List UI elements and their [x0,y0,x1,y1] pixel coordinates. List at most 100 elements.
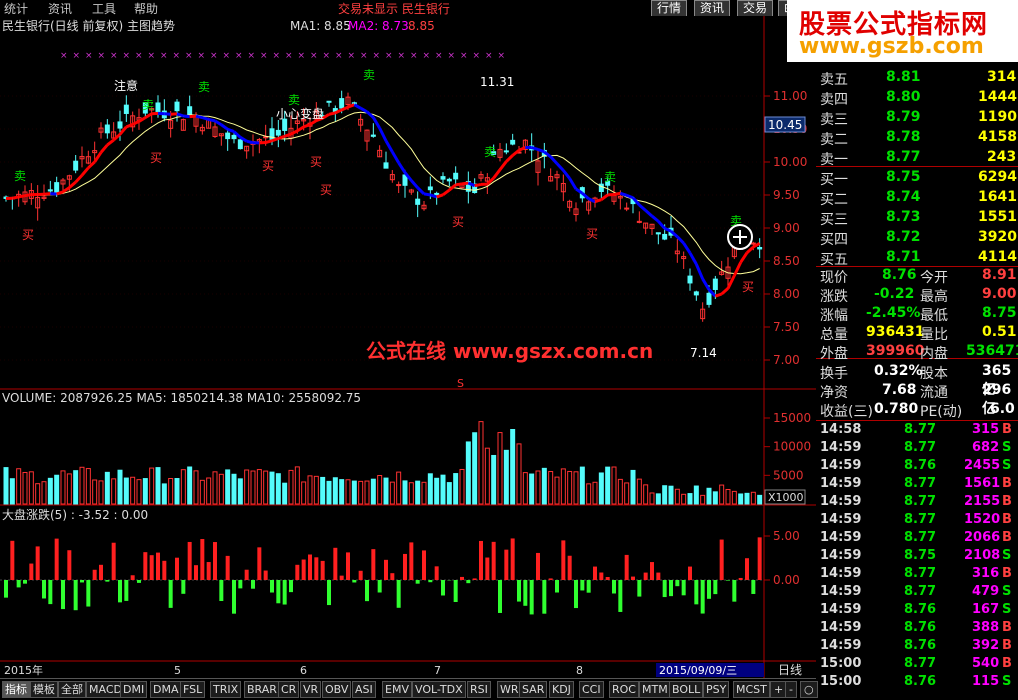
indicator-tab-dmi[interactable]: DMI [120,681,147,698]
tick-side: B [1002,494,1012,509]
price-axis-label: 10.00 [773,155,807,169]
bid-row: 买五8.714114 [816,248,1018,267]
candle-body [340,99,344,108]
volume-bar [270,472,274,504]
indicator-tab-cr[interactable]: CR [278,681,299,698]
osc-bar [416,580,420,584]
indicator-tab-vol-tdx[interactable]: VOL-TDX [412,681,466,698]
sell-signal-label: 卖 [198,80,210,94]
osc-bar [181,580,185,594]
stat-value: 6.0 [990,401,1015,417]
tick-time: 14:59 [820,440,861,455]
indicator-tab-sar[interactable]: SAR [519,681,547,698]
indicator-tab-trix[interactable]: TRIX [210,681,241,698]
candle-body [238,140,242,149]
tick-time: 14:59 [820,548,861,563]
indicator-tab-fsl[interactable]: FSL [180,681,205,698]
stat-value: 9.00 [982,286,1017,302]
indicator-tab-wr[interactable]: WR [497,681,522,698]
stat-label: 股本 [920,363,948,383]
stat-value: 0.32% [874,363,923,379]
volume-bar [669,486,673,504]
tick-volume: 2455 [964,458,1000,473]
tab-news[interactable]: 资讯 [694,0,730,17]
zoom-out-button[interactable]: - [785,681,797,698]
osc-bar [498,580,502,613]
tab-trade[interactable]: 交易 [737,0,773,17]
indicator-tab-全部[interactable]: 全部 [58,681,86,698]
osc-bar [67,550,71,580]
osc-bar [580,580,584,590]
indicator-tab-brar[interactable]: BRAR [244,681,280,698]
top-marker: × [423,51,431,61]
indicator-tab-psy[interactable]: PSY [703,681,729,698]
trend-segment [183,116,189,117]
stat-label: 外盘 [820,343,848,363]
top-marker: × [360,51,368,61]
volume-bar [327,481,331,504]
stat-value: -0.22 [874,286,914,302]
chart-area[interactable]: 民生银行(日线 前复权) 主图趋势 MA1: 8.85 MA2: 8.73 8.… [0,16,816,678]
volume-bar [226,470,230,504]
osc-bar [542,580,546,614]
tick-time: 14:59 [820,566,861,581]
buy-signal-label: 买 [742,280,754,294]
trend-segment [437,195,443,197]
top-marker: × [73,51,81,61]
top-marker: × [273,51,281,61]
tick-volume: 167 [972,602,999,617]
tab-quotes[interactable]: 行情 [651,0,687,17]
menu-item-help[interactable]: 帮助 [134,0,158,17]
tick-price: 8.77 [904,584,936,599]
osc-bar [188,542,192,580]
osc-bar [143,552,147,580]
indicator-tab-kdj[interactable]: KDJ [549,681,574,698]
top-marker: × [398,51,406,61]
osc-bar [124,580,128,601]
tick-volume: 392 [972,638,999,653]
osc-bar [219,580,223,601]
sell-signal-label: 卖 [363,68,375,82]
osc-bar [460,577,464,580]
menu-item-info[interactable]: 资讯 [48,0,72,17]
volume-bar [688,494,692,504]
osc-bar [403,554,407,580]
osc-bar [606,577,610,580]
indicator-tab-rsi[interactable]: RSI [467,681,491,698]
reset-button[interactable]: ○ [800,681,818,698]
indicator-tab-模板[interactable]: 模板 [30,681,58,698]
indicator-tab-cci[interactable]: CCI [579,681,604,698]
indicator-tab-mtm[interactable]: MTM [639,681,671,698]
indicator-tab-boll[interactable]: BOLL [669,681,703,698]
top-marker: × [435,51,443,61]
indicator-tab-vr[interactable]: VR [300,681,321,698]
tick-time: 14:59 [820,530,861,545]
tick-row: 14:598.77682S [816,440,1018,457]
time-axis-label: 8 [576,664,583,677]
osc-bar [618,580,622,612]
indicator-tab-asi[interactable]: ASI [352,681,376,698]
indicator-tab-emv[interactable]: EMV [382,681,412,698]
menu-item-stats[interactable]: 统计 [4,0,28,17]
volume-bar [340,480,344,504]
tick-price: 8.77 [904,512,936,527]
osc-bar [758,537,762,580]
top-marker: × [485,51,493,61]
indicator-tab-obv[interactable]: OBV [322,681,351,698]
tick-row: 14:598.77316B [816,566,1018,583]
menu-item-tools[interactable]: 工具 [92,0,116,17]
indicator-tab-roc[interactable]: ROC [609,681,639,698]
volume-bar [435,478,439,504]
indicator-tab-dma[interactable]: DMA [150,681,182,698]
indicator-tab-mcst[interactable]: MCST [733,681,770,698]
tick-time: 14:59 [820,476,861,491]
ask-price: 8.77 [886,149,921,165]
indicator-tab-指标[interactable]: 指标 [2,681,30,698]
trend-segment [430,195,436,197]
tick-price: 8.77 [904,656,936,671]
candle-body [625,208,629,209]
top-marker: × [160,51,168,61]
stat-row: 现价8.76今开8.91 [816,266,1018,285]
osc-bar [36,546,40,580]
tick-side: B [1002,512,1012,527]
